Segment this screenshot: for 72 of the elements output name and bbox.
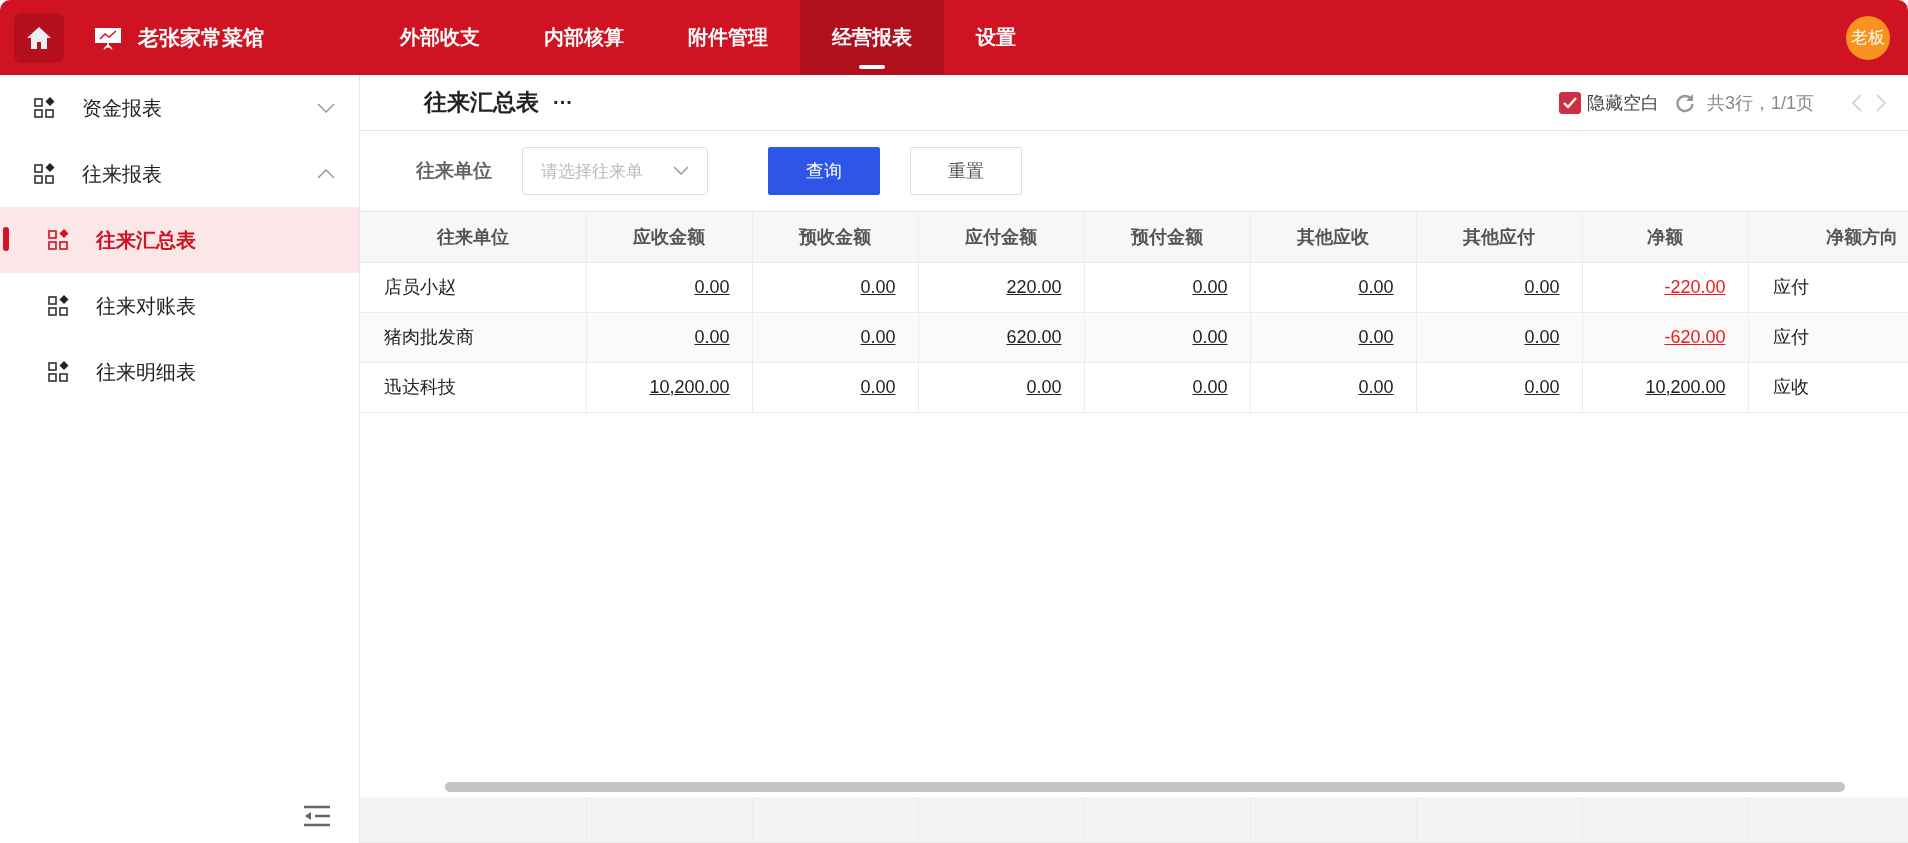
chevron-down-icon: [317, 103, 335, 113]
apps-icon: [48, 229, 70, 251]
amount-link[interactable]: 0.00: [1026, 376, 1062, 397]
page-summary: 共3行，1/1页: [1706, 91, 1814, 115]
sidebar-item[interactable]: 往来汇总表: [0, 207, 359, 273]
amount-link[interactable]: 0.00: [1358, 326, 1394, 347]
table-cell: 猪肉批发商: [360, 312, 586, 362]
dropdown-caret-icon: [673, 166, 689, 176]
amount-link[interactable]: 0.00: [1524, 276, 1560, 297]
column-header: 净额方向: [1748, 212, 1908, 262]
amount-link[interactable]: 0.00: [694, 276, 730, 297]
table-cell: 迅达科技: [360, 362, 586, 412]
amount-link[interactable]: 0.00: [1358, 376, 1394, 397]
table-cell: 应收: [1748, 362, 1908, 412]
sidebar-item[interactable]: 往来明细表: [0, 339, 359, 405]
app-name: 老张家常菜馆: [138, 24, 265, 51]
amount-link[interactable]: 620.00: [1006, 326, 1062, 347]
amount-link[interactable]: 0.00: [1192, 276, 1228, 297]
reset-button[interactable]: 重置: [910, 147, 1022, 195]
amount-link[interactable]: -220.00: [1664, 276, 1726, 297]
query-button[interactable]: 查询: [768, 147, 880, 195]
apps-icon: [48, 361, 70, 383]
column-header: 其他应收: [1250, 212, 1416, 262]
page-title: 往来汇总表: [424, 88, 539, 117]
column-header: 预付金额: [1084, 212, 1250, 262]
more-button[interactable]: ···: [547, 90, 579, 115]
amount-link[interactable]: 0.00: [1192, 376, 1228, 397]
nav-tab[interactable]: 外部收支: [368, 0, 512, 75]
filter-label: 往来单位: [416, 159, 492, 183]
nav-tab[interactable]: 内部核算: [512, 0, 656, 75]
apps-icon: [34, 97, 56, 119]
amount-link[interactable]: 0.00: [1524, 376, 1560, 397]
amount-link[interactable]: 0.00: [860, 376, 896, 397]
nav-tab[interactable]: 附件管理: [656, 0, 800, 75]
chevron-up-icon: [317, 169, 335, 179]
apps-icon: [34, 163, 56, 185]
amount-link[interactable]: 0.00: [694, 326, 730, 347]
table-cell: 店员小赵: [360, 262, 586, 312]
home-button[interactable]: [14, 12, 64, 63]
table-cell: 应付: [1748, 312, 1908, 362]
sidebar-group[interactable]: 往来报表: [0, 141, 359, 207]
column-header: 净额: [1582, 212, 1748, 262]
home-icon: [26, 25, 52, 50]
amount-link[interactable]: 220.00: [1006, 276, 1062, 297]
refresh-icon[interactable]: [1674, 92, 1695, 113]
checkmark-icon: [1562, 96, 1577, 109]
nav-tab[interactable]: 经营报表: [800, 0, 944, 75]
apps-icon: [48, 295, 70, 317]
sidebar-group[interactable]: 资金报表: [0, 75, 359, 141]
column-header: 往来单位: [360, 212, 586, 262]
sidebar-item[interactable]: 往来对账表: [0, 273, 359, 339]
next-page-icon[interactable]: [1874, 92, 1888, 113]
column-header: 应付金额: [918, 212, 1084, 262]
amount-link[interactable]: 10,200.00: [649, 376, 730, 397]
previous-page-icon[interactable]: [1850, 92, 1864, 113]
horizontal-scrollbar[interactable]: [445, 781, 1845, 792]
presentation-board-icon: [94, 25, 122, 50]
amount-link[interactable]: 0.00: [860, 276, 896, 297]
collapse-menu-icon[interactable]: [303, 805, 331, 827]
amount-link[interactable]: 0.00: [1358, 276, 1394, 297]
amount-link[interactable]: -620.00: [1664, 326, 1726, 347]
column-header: 其他应付: [1416, 212, 1582, 262]
column-header: 预收金额: [752, 212, 918, 262]
table-cell: 应付: [1748, 262, 1908, 312]
column-header: 应收金额: [586, 212, 752, 262]
amount-link[interactable]: 0.00: [860, 326, 896, 347]
amount-link[interactable]: 0.00: [1524, 326, 1560, 347]
amount-link[interactable]: 10,200.00: [1645, 376, 1726, 397]
nav-tab[interactable]: 设置: [944, 0, 1048, 75]
checkbox-label[interactable]: 隐藏空白: [1586, 90, 1659, 115]
amount-link[interactable]: 0.00: [1192, 326, 1228, 347]
hide-blank-checkbox[interactable]: [1558, 91, 1581, 114]
